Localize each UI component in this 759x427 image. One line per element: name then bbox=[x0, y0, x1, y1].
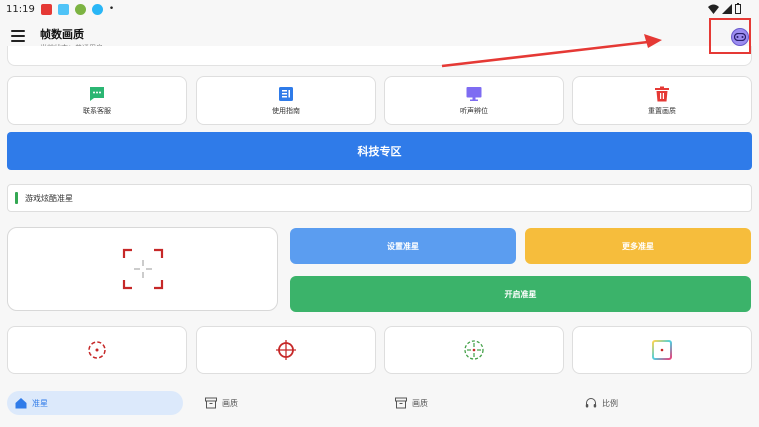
reset-quality-label: 重置画质 bbox=[648, 106, 676, 115]
status-time: 11:19 bbox=[6, 3, 35, 15]
menu-icon[interactable] bbox=[11, 30, 25, 42]
nav-ratio-label: 比例 bbox=[602, 398, 618, 408]
trash-icon bbox=[655, 86, 669, 101]
set-crosshair-button[interactable]: 设置准星 bbox=[290, 228, 516, 264]
sound-locate-label: 听声辨位 bbox=[460, 106, 488, 115]
more-notifications-icon: • bbox=[108, 4, 115, 14]
guide-icon bbox=[279, 86, 293, 101]
wifi-icon bbox=[708, 4, 719, 14]
contact-support-button[interactable]: 联系客服 bbox=[7, 76, 187, 125]
crosshair-gradient-square-icon bbox=[652, 340, 672, 360]
signal-icon bbox=[722, 3, 732, 14]
archive-icon bbox=[395, 397, 407, 409]
enable-crosshair-label: 开启准星 bbox=[504, 289, 537, 299]
app-notification-icon bbox=[40, 3, 52, 15]
nav-ratio[interactable]: 比例 bbox=[585, 391, 618, 415]
nav-quality-1-label: 画质 bbox=[222, 398, 238, 408]
enable-crosshair-button[interactable]: 开启准星 bbox=[290, 276, 751, 312]
annotation-arrow bbox=[441, 34, 662, 68]
status-bar: 11:19 • bbox=[0, 0, 759, 18]
user-guide-button[interactable]: 使用指南 bbox=[196, 76, 376, 125]
crosshair-option-3[interactable] bbox=[384, 326, 564, 374]
more-crosshairs-button[interactable]: 更多准星 bbox=[525, 228, 751, 264]
annotation-highlight-box bbox=[709, 18, 751, 54]
monitor-icon bbox=[466, 86, 482, 101]
nav-quality-2-label: 画质 bbox=[412, 398, 428, 408]
home-icon bbox=[15, 398, 27, 409]
crosshair-option-1[interactable] bbox=[7, 326, 187, 374]
battery-icon bbox=[735, 3, 741, 14]
nav-crosshair[interactable]: 准星 bbox=[7, 391, 183, 415]
gamepad-avatar-icon[interactable] bbox=[731, 28, 749, 46]
nav-crosshair-label: 准星 bbox=[32, 398, 48, 408]
download-notification-icon bbox=[91, 3, 103, 15]
notice-accent-bar bbox=[15, 192, 18, 204]
crosshair-notice: 游戏炫酷准星 bbox=[7, 184, 752, 212]
nav-quality-1[interactable]: 画质 bbox=[205, 391, 238, 415]
more-crosshairs-label: 更多准星 bbox=[622, 241, 654, 251]
set-crosshair-label: 设置准星 bbox=[387, 241, 419, 251]
tech-zone-button[interactable]: 科技专区 bbox=[7, 132, 752, 170]
crosshair-preview bbox=[7, 227, 278, 311]
tech-zone-label: 科技专区 bbox=[357, 145, 402, 158]
crosshair-preview-icon bbox=[122, 248, 164, 290]
headset-icon bbox=[585, 398, 597, 408]
crosshair-dotted-circle-icon bbox=[88, 341, 106, 359]
image-notification-icon bbox=[57, 3, 69, 15]
app-title: 帧数画质 bbox=[40, 28, 84, 41]
reset-quality-button[interactable]: 重置画质 bbox=[572, 76, 752, 125]
crosshair-scope-icon bbox=[276, 340, 296, 360]
crosshair-option-4[interactable] bbox=[572, 326, 752, 374]
crosshair-green-circle-icon bbox=[464, 340, 484, 360]
sound-locate-button[interactable]: 听声辨位 bbox=[384, 76, 564, 125]
contact-support-label: 联系客服 bbox=[83, 106, 111, 115]
message-icon bbox=[90, 86, 104, 101]
user-guide-label: 使用指南 bbox=[272, 106, 300, 115]
crosshair-option-2[interactable] bbox=[196, 326, 376, 374]
archive-icon bbox=[205, 397, 217, 409]
android-notification-icon bbox=[74, 3, 86, 15]
notice-text: 游戏炫酷准星 bbox=[25, 193, 73, 203]
bottom-navigation: 准星 画质 画质 比例 bbox=[0, 380, 759, 427]
nav-quality-2[interactable]: 画质 bbox=[395, 391, 428, 415]
